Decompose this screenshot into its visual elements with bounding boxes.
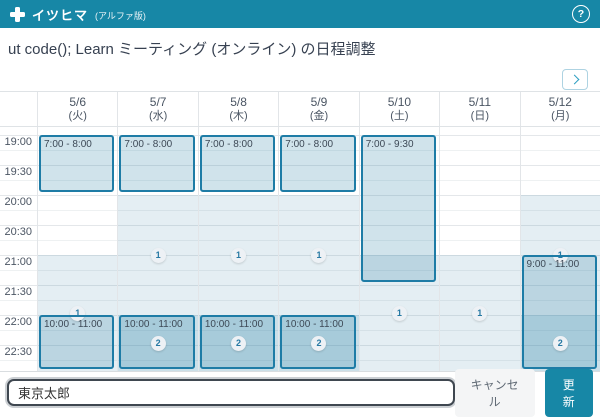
schedule-grid: 5/6(火)5/7(水)5/8(木)5/9(金)5/10(土)5/11(日)5/… — [0, 91, 600, 372]
time-gutter: 19:00 19:30 20:00 20:30 21:00 21:30 22:00 22:30 — [0, 127, 37, 371]
day-column[interactable]: 129:00 - 11:00 — [520, 127, 600, 371]
time-label: 19:30 — [3, 166, 33, 179]
footer-bar: キャンセル 更新 — [0, 374, 600, 411]
availability-badge: 1 — [311, 248, 326, 263]
day-header: 5/11(日) — [439, 92, 519, 126]
day-of-week: (木) — [229, 110, 247, 124]
day-date: 5/10 — [388, 95, 411, 110]
selection-time-label: 7:00 - 9:30 — [363, 137, 434, 152]
day-of-week: (土) — [390, 110, 408, 124]
day-of-week: (日) — [471, 110, 489, 124]
day-column[interactable]: 127:00 - 8:0010:00 - 11:00 — [198, 127, 278, 371]
selection-time-label: 10:00 - 11:00 — [202, 317, 273, 332]
day-header: 5/8(木) — [198, 92, 278, 126]
day-date: 5/7 — [150, 95, 167, 110]
day-column[interactable]: 1 7:00 - 9:30 — [359, 127, 439, 371]
availability-badge: 1 — [392, 306, 407, 321]
chevron-right-icon — [569, 75, 579, 85]
day-column[interactable]: 17:00 - 8:0010:00 - 11:00 — [37, 127, 117, 371]
day-header: 5/7(水) — [117, 92, 197, 126]
selection-time-label: 10:00 - 11:00 — [282, 317, 353, 332]
app-logo-icon — [10, 7, 25, 22]
selection-time-label: 7:00 - 8:00 — [202, 137, 273, 152]
selection-block[interactable]: 9:00 - 11:00 — [522, 255, 597, 369]
update-button[interactable]: 更新 — [545, 369, 593, 417]
selection-block[interactable]: 7:00 - 8:00 — [119, 135, 194, 192]
availability-badge: 1 — [151, 248, 166, 263]
day-date: 5/8 — [230, 95, 247, 110]
day-date: 5/12 — [549, 95, 572, 110]
next-week-button[interactable] — [562, 69, 588, 90]
time-label: 22:00 — [3, 316, 33, 329]
time-label: 20:30 — [3, 226, 33, 239]
selection-block[interactable]: 7:00 - 9:30 — [361, 135, 436, 282]
day-date: 5/9 — [311, 95, 328, 110]
day-column[interactable]: 127:00 - 8:0010:00 - 11:00 — [278, 127, 358, 371]
cancel-button[interactable]: キャンセル — [455, 369, 535, 417]
availability-badge: 1 — [472, 306, 487, 321]
help-icon[interactable]: ? — [572, 5, 590, 23]
time-gutter-header — [0, 92, 37, 126]
grid-header: 5/6(火)5/7(水)5/8(木)5/9(金)5/10(土)5/11(日)5/… — [0, 91, 600, 127]
day-column[interactable]: 1 — [439, 127, 519, 371]
time-label: 20:00 — [3, 196, 33, 209]
day-date: 5/6 — [69, 95, 86, 110]
time-label: 21:00 — [3, 256, 33, 269]
time-label: 19:00 — [3, 136, 33, 149]
selection-block[interactable]: 10:00 - 11:00 — [200, 315, 275, 369]
day-header: 5/12(月) — [520, 92, 600, 126]
day-header: 5/9(金) — [278, 92, 358, 126]
day-header: 5/10(土) — [359, 92, 439, 126]
participant-name-input[interactable] — [7, 379, 455, 406]
selection-time-label: 7:00 - 8:00 — [41, 137, 112, 152]
grid-columns: 19:00 19:30 20:00 20:30 21:00 21:30 22:00 22:30… — [0, 127, 600, 371]
time-label: 21:30 — [3, 286, 33, 299]
day-date: 5/11 — [469, 95, 491, 110]
day-of-week: (月) — [551, 110, 569, 124]
app-header: イツヒマ (アルファ版) ? — [0, 0, 600, 28]
selection-time-label: 9:00 - 11:00 — [524, 257, 595, 272]
selection-block[interactable]: 10:00 - 11:00 — [39, 315, 114, 369]
selection-block[interactable]: 7:00 - 8:00 — [39, 135, 114, 192]
availability-badge: 1 — [231, 248, 246, 263]
day-of-week: (水) — [149, 110, 167, 124]
selection-time-label: 7:00 - 8:00 — [282, 137, 353, 152]
selection-block[interactable]: 7:00 - 8:00 — [280, 135, 355, 192]
app-name: イツヒマ — [32, 5, 88, 24]
day-of-week: (火) — [69, 110, 87, 124]
app-version-label: (アルファ版) — [95, 7, 146, 22]
selection-time-label: 10:00 - 11:00 — [41, 317, 112, 332]
selection-block[interactable]: 10:00 - 11:00 — [119, 315, 194, 369]
selection-block[interactable]: 10:00 - 11:00 — [280, 315, 355, 369]
day-of-week: (金) — [310, 110, 328, 124]
grid-body: 19:00 19:30 20:00 20:30 21:00 21:30 22:00 22:30… — [0, 127, 600, 372]
selection-block[interactable]: 7:00 - 8:00 — [200, 135, 275, 192]
day-column[interactable]: 127:00 - 8:0010:00 - 11:00 — [117, 127, 197, 371]
time-label: 22:30 — [3, 346, 33, 359]
selection-time-label: 7:00 - 8:00 — [121, 137, 192, 152]
page-title: ut code(); Learn ミーティング (オンライン) の日程調整 — [8, 38, 376, 59]
selection-time-label: 10:00 - 11:00 — [121, 317, 192, 332]
day-header: 5/6(火) — [37, 92, 117, 126]
